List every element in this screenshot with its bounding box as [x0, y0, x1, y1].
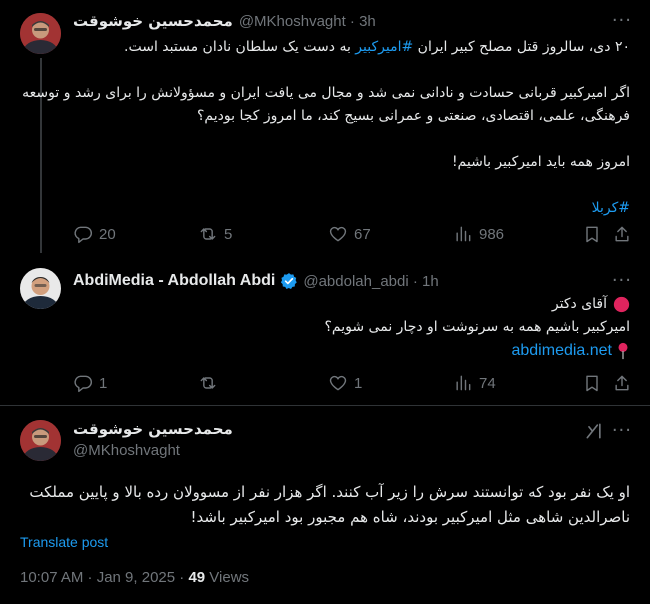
text-line: امروز همه باید امیرکبیر باشیم!: [451, 154, 630, 170]
repost-button[interactable]: [198, 373, 224, 393]
tweet-text: آقای دکتر امیرکبیر باشیم همه به سرنوشت ا…: [70, 293, 631, 362]
verified-badge-icon: [281, 273, 298, 289]
bookmark-button[interactable]: [582, 373, 602, 393]
bookmark-button[interactable]: [582, 224, 602, 244]
repost-icon: [200, 228, 216, 240]
text-segment: ۲۰ دی، سالروز قتل مصلح کبیر ایران: [413, 39, 630, 55]
text-segment: به دست یک سلطان نادان مستبد است.: [124, 39, 356, 55]
post-meta: 10:07 AM · Jan 9, 2025 · 49 Views: [20, 569, 249, 586]
share-button[interactable]: [612, 224, 632, 244]
avatar[interactable]: [20, 420, 61, 461]
reply-button[interactable]: 1: [73, 373, 107, 393]
hashtag-link[interactable]: #امیرکبیر: [355, 39, 413, 55]
divider: [0, 405, 650, 406]
reply-icon: [74, 375, 93, 393]
views-button[interactable]: 74: [453, 373, 496, 393]
like-count: 1: [354, 374, 363, 392]
reply-icon: [74, 226, 93, 244]
avatar[interactable]: [20, 268, 61, 309]
like-icon: [329, 375, 347, 391]
views-count: 49: [188, 569, 206, 586]
tweet-text: ۲۰ دی، سالروز قتل مصلح کبیر ایران #امیرک…: [22, 36, 630, 220]
share-icon: [615, 375, 629, 391]
more-options-button[interactable]: ···: [612, 10, 632, 31]
repost-button[interactable]: 5: [198, 224, 232, 244]
like-icon: [329, 226, 347, 242]
reply-count: 20: [99, 225, 116, 243]
more-options-button[interactable]: ···: [612, 420, 632, 441]
post-timestamp[interactable]: 10:07 AM · Jan 9, 2025 ·: [20, 569, 188, 586]
text-line: فرهنگی، علمی، اقتصادی، صنعتی و عمرانی بس…: [196, 108, 630, 124]
share-button[interactable]: [612, 373, 632, 393]
bookmark-icon: [586, 226, 598, 243]
translate-post-link[interactable]: Translate post: [20, 534, 108, 550]
author-handle[interactable]: @MKhoshvaght: [73, 442, 180, 459]
like-button[interactable]: 1: [328, 373, 362, 393]
views-button[interactable]: 986: [453, 224, 504, 244]
text-line: امیرکبیر باشیم همه به سرنوشت او دچار نمی…: [324, 319, 631, 335]
more-options-button[interactable]: ···: [612, 270, 632, 291]
reply-count: 1: [99, 374, 108, 392]
website-link[interactable]: abdimedia.net: [511, 339, 612, 362]
avatar[interactable]: [20, 13, 61, 54]
views-label: Views: [205, 569, 250, 586]
views-count: 986: [479, 225, 505, 243]
author-name[interactable]: محمدحسین خوشوقت: [73, 420, 233, 438]
like-button[interactable]: 67: [328, 224, 371, 244]
views-icon: [456, 375, 471, 391]
author-name[interactable]: محمدحسین خوشوقت: [73, 12, 233, 30]
text-line: آقای دکتر: [551, 296, 607, 312]
grok-button[interactable]: [584, 421, 604, 445]
hashtag-link[interactable]: #کربلا: [70, 197, 630, 220]
reply-button[interactable]: 20: [73, 224, 116, 244]
views-icon: [456, 226, 471, 242]
text-line: ناصرالدین شاهی مثل امیرکبیر بودند، شاه ه…: [190, 508, 631, 526]
repost-count: 5: [224, 225, 233, 243]
tweet-text: او یک نفر بود که توانستند سرش را زیر آب …: [20, 480, 630, 530]
grok-icon: [586, 423, 601, 439]
red-circle-icon: [613, 296, 630, 313]
author-name[interactable]: AbdiMedia - Abdollah Abdi: [73, 272, 275, 290]
author-handle-time[interactable]: @MKhoshvaght · 3h: [239, 13, 376, 30]
like-count: 67: [354, 225, 371, 243]
share-icon: [615, 226, 629, 242]
bookmark-icon: [586, 375, 598, 392]
author-handle-time[interactable]: @abdolah_abdi · 1h: [303, 273, 438, 290]
repost-icon: [200, 377, 216, 389]
text-line: اگر امیرکبیر قربانی حسادت و نادانی نمی ش…: [22, 85, 630, 101]
text-line: او یک نفر بود که توانستند سرش را زیر آب …: [29, 483, 630, 501]
pin-icon: [618, 342, 628, 359]
views-count: 74: [479, 374, 496, 392]
